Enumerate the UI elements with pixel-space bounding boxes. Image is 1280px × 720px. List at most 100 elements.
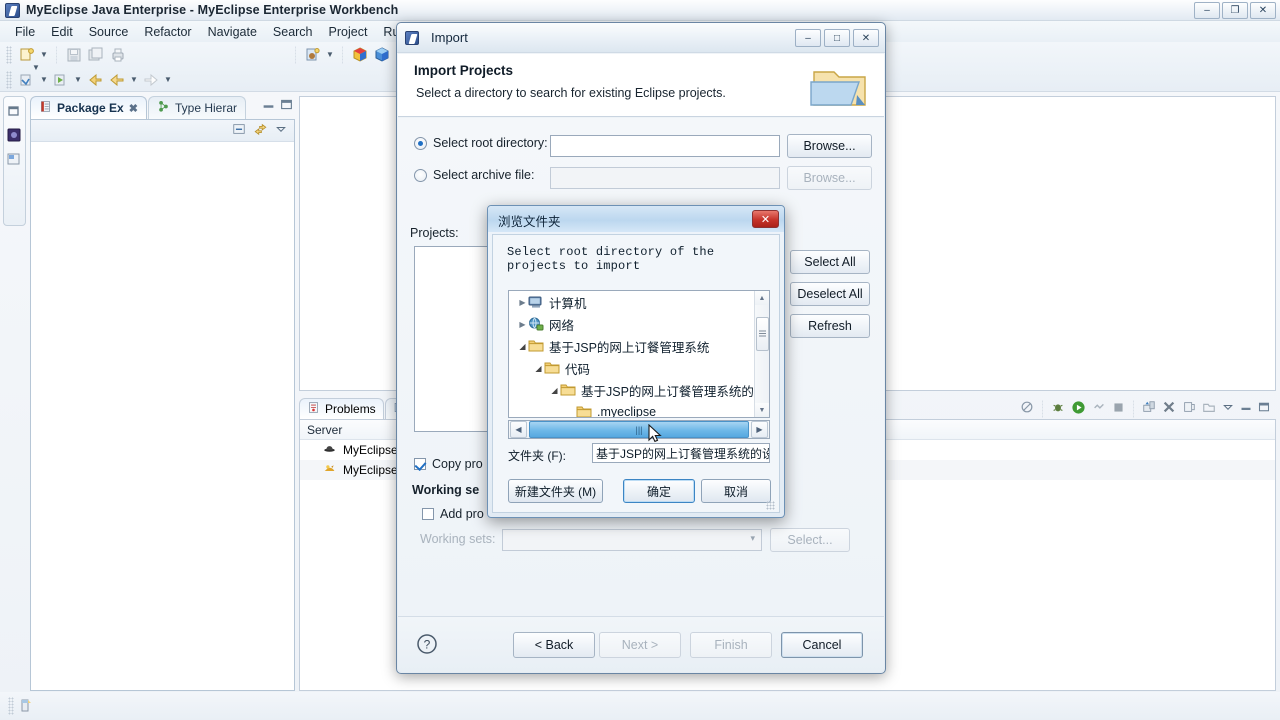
restore-view-icon[interactable] [6,103,24,121]
open-icon[interactable] [1202,400,1216,417]
menu-edit[interactable]: Edit [43,23,81,41]
package-explorer-tree[interactable] [31,142,294,690]
tree-item-project-root[interactable]: ◢ 基于JSP的网上订餐管理系统 [509,335,754,357]
menu-navigate[interactable]: Navigate [200,23,265,41]
run-dropdown-icon[interactable]: ▼ [72,70,84,90]
remove-icon[interactable] [1162,400,1176,417]
no-publish-icon[interactable] [1020,400,1034,417]
tab-type-hierarchy[interactable]: Type Hierar [148,96,247,119]
svg-text:?: ? [424,638,431,652]
menu-refactor[interactable]: Refactor [136,23,199,41]
new-java-dropdown-icon[interactable]: ▼ [324,45,336,65]
cancel-button[interactable]: Cancel [781,632,863,658]
toolbar-grip-2[interactable] [6,70,12,89]
ok-button[interactable]: 确定 [623,479,695,503]
publish-icon[interactable] [1142,400,1156,417]
resize-grip[interactable] [766,501,775,510]
minimize-view-icon[interactable] [262,98,275,114]
root-directory-input[interactable] [550,135,780,157]
tree-vertical-scrollbar[interactable]: ▲ ▼ [754,291,769,417]
tab-problems[interactable]: Problems [299,398,384,419]
select-all-button[interactable]: Select All [790,250,870,274]
chevron-down-icon[interactable]: ◢ [549,386,560,395]
chevron-right-icon[interactable]: ▶ [517,320,528,329]
scrollbar-thumb[interactable] [756,317,769,351]
chevron-down-icon[interactable]: ◢ [517,342,528,351]
toolbar-grip[interactable] [6,45,12,64]
page-title: Import Projects [414,63,514,78]
menu-source[interactable]: Source [81,23,137,41]
minimize-icon[interactable] [1240,401,1252,416]
tree-item-network[interactable]: ▶ 网络 [509,313,754,335]
copy-projects-checkbox[interactable] [414,458,426,470]
back-button[interactable]: < Back [513,632,595,658]
run-icon[interactable] [50,69,72,90]
package-blue-icon[interactable] [371,44,393,65]
menu-search[interactable]: Search [265,23,321,41]
restore-button[interactable]: □ [824,29,850,47]
add-project-label: Add pro [440,507,484,521]
chevron-down-icon[interactable]: ◢ [533,364,544,373]
cancel-button[interactable]: 取消 [701,479,771,503]
quick-access-dropdown-icon[interactable]: ▼ [30,57,42,77]
maximize-icon[interactable] [1258,401,1270,416]
chevron-right-icon[interactable]: ▶ [517,298,528,307]
print-icon[interactable] [107,44,129,65]
close-icon[interactable]: ✖ [129,102,138,115]
debug-icon[interactable] [1051,400,1065,417]
view-menu-icon[interactable] [275,123,287,138]
new-java-project-icon[interactable] [302,44,324,65]
link-with-editor-icon[interactable] [253,122,268,139]
minimize-button[interactable]: – [1194,2,1220,19]
package-icon[interactable] [349,44,371,65]
add-project-row[interactable]: Add pro [422,507,484,521]
import-dialog-window-buttons: – □ ✕ [795,29,879,47]
scrollbar-thumb[interactable]: ||| [529,421,749,438]
folder-path-input[interactable]: 基于JSP的网上订餐管理系统的设计与实现 [592,443,770,463]
profile-icon[interactable] [1092,400,1106,417]
tree-item-myeclipse[interactable]: .myeclipse [509,401,754,417]
close-button[interactable]: ✕ [752,210,779,228]
browse-root-button[interactable]: Browse... [787,134,872,158]
back-history-icon[interactable] [84,69,106,90]
forward-dropdown-icon[interactable]: ▼ [162,70,174,90]
copy-projects-row[interactable]: Copy pro [414,457,483,471]
select-archive-file-radio[interactable] [414,168,427,182]
close-button[interactable]: ✕ [853,29,879,47]
select-root-directory-radio[interactable] [414,136,427,150]
minimize-button[interactable]: – [795,29,821,47]
start-icon[interactable] [1071,400,1086,418]
folder-tree[interactable]: ▶ 计算机 ▶ 网络 ◢ 基于JSP的网上订餐管理系统 ◢ 代码 ◢ 基于JSP… [508,290,770,418]
tree-item-design[interactable]: ◢ 基于JSP的网上订餐管理系统的设计与实 [509,379,754,401]
back-icon[interactable] [106,69,128,90]
tree-item-computer[interactable]: ▶ 计算机 [509,291,754,313]
restore-button[interactable]: ❐ [1222,2,1248,19]
back-dropdown-icon[interactable]: ▼ [128,70,140,90]
menu-project[interactable]: Project [321,23,376,41]
working-sets-select-button: Select... [770,528,850,552]
type-hierarchy-fastview-icon[interactable] [6,151,24,169]
tree-item-code[interactable]: ◢ 代码 [509,357,754,379]
tab-package-explorer[interactable]: Package Ex ✖ [30,96,147,119]
close-button[interactable]: ✕ [1250,2,1276,19]
menu-file[interactable]: File [7,23,43,41]
deselect-all-button[interactable]: Deselect All [790,282,870,306]
scroll-right-icon[interactable]: ▶ [751,421,768,438]
refresh-button[interactable]: Refresh [790,314,870,338]
view-menu-icon[interactable] [1222,401,1234,416]
server-config-icon[interactable] [1182,400,1196,417]
new-folder-button[interactable]: 新建文件夹 (M) [508,479,603,503]
scroll-left-icon[interactable]: ◀ [510,421,527,438]
package-explorer-fastview-icon[interactable] [6,127,24,145]
maximize-view-icon[interactable] [280,98,293,114]
tree-horizontal-scrollbar[interactable]: ◀ ||| ▶ [508,420,770,439]
stop-icon[interactable] [1112,401,1125,417]
scroll-up-icon[interactable]: ▲ [755,291,769,305]
help-icon[interactable]: ? [416,633,438,658]
forward-icon[interactable] [140,69,162,90]
add-project-checkbox[interactable] [422,508,434,520]
scroll-down-icon[interactable]: ▼ [755,403,769,417]
collapse-all-icon[interactable] [232,122,246,139]
save-all-icon[interactable] [85,44,107,65]
save-icon[interactable] [63,44,85,65]
